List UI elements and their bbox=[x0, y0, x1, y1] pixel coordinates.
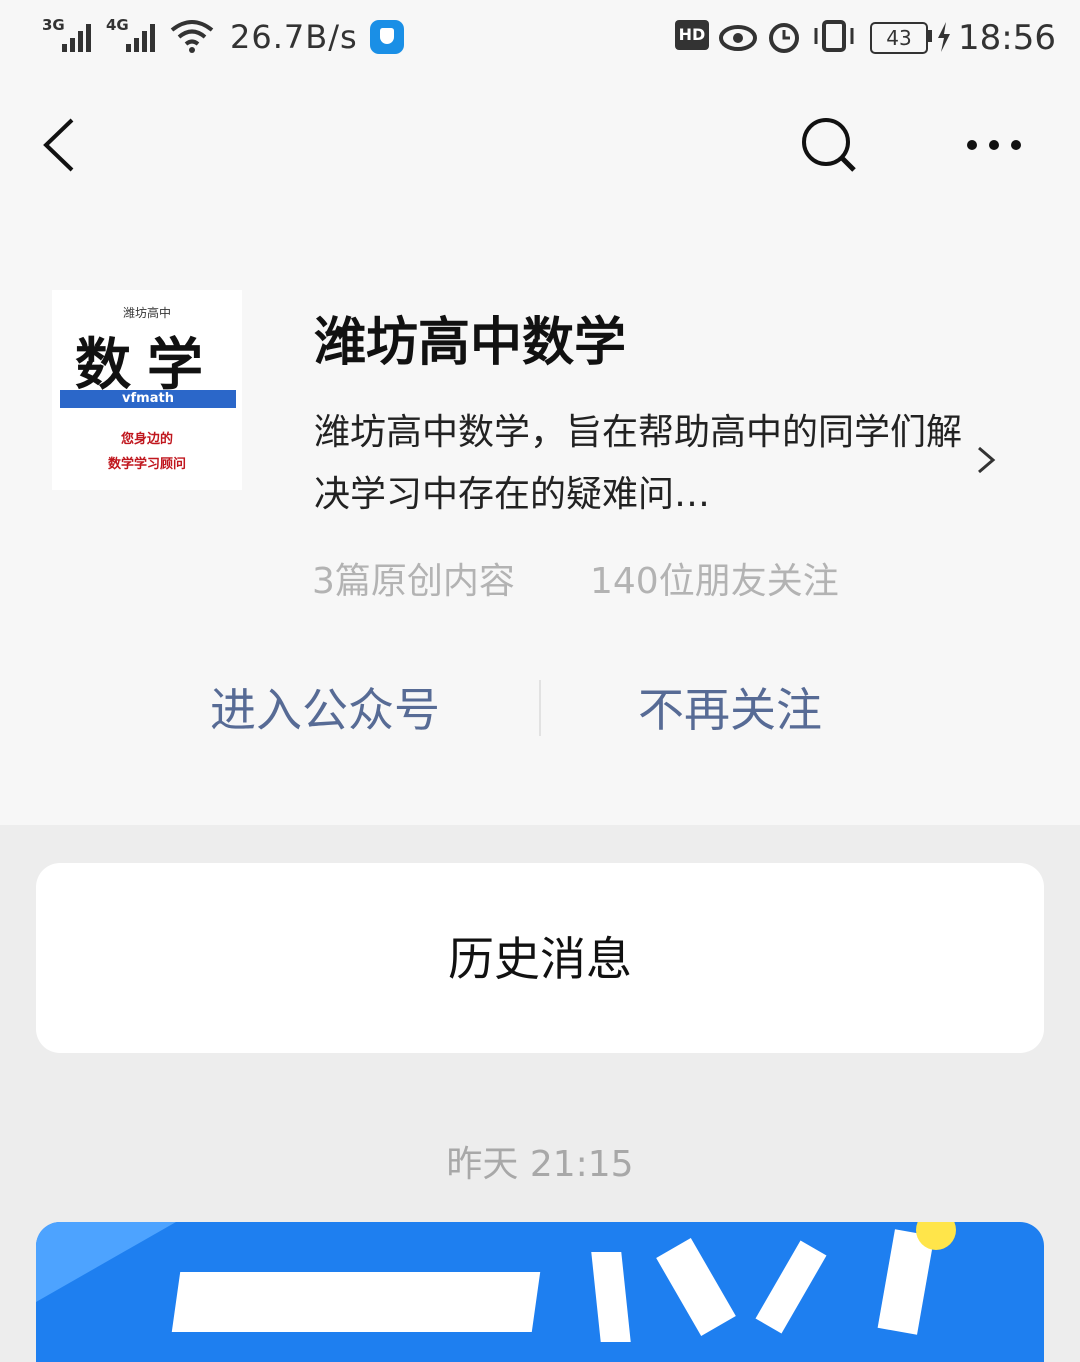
signal-icon bbox=[62, 24, 91, 52]
account-avatar[interactable]: 潍坊高中 数学 vfmath 您身边的 数学学习顾问 bbox=[52, 290, 242, 490]
cover-graphic bbox=[656, 1238, 736, 1336]
chevron-left-icon bbox=[43, 118, 74, 172]
back-button[interactable] bbox=[30, 110, 100, 180]
search-button[interactable] bbox=[790, 110, 870, 180]
followers-count: 140位朋友关注 bbox=[590, 561, 839, 602]
signal-icon bbox=[126, 24, 155, 52]
eye-icon bbox=[719, 25, 757, 51]
clock-time: 18:56 bbox=[958, 18, 1056, 58]
chevron-right-icon bbox=[978, 446, 996, 474]
battery-level: 43 bbox=[870, 22, 928, 54]
alarm-icon bbox=[769, 23, 799, 53]
cover-graphic bbox=[171, 1272, 541, 1332]
logo-main-text: 数学 bbox=[75, 332, 219, 398]
logo-bar-text: vfmath bbox=[60, 390, 236, 408]
cover-decoration bbox=[36, 1222, 176, 1302]
history-messages-label: 历史消息 bbox=[448, 932, 632, 986]
original-content-count: 3篇原创内容 bbox=[312, 561, 515, 602]
top-nav-bar bbox=[0, 90, 1080, 200]
unfollow-button[interactable]: 不再关注 bbox=[580, 670, 880, 750]
logo-slogan-line2: 数学学习顾问 bbox=[107, 457, 186, 472]
charging-icon bbox=[938, 22, 950, 52]
article-cover-card[interactable] bbox=[36, 1222, 1044, 1362]
more-dots-icon bbox=[967, 140, 1021, 150]
logo-top-text: 潍坊高中 bbox=[122, 306, 171, 320]
battery-tip bbox=[928, 30, 932, 42]
network-speed: 26.7B/s bbox=[230, 18, 358, 56]
cover-graphic bbox=[591, 1252, 631, 1342]
cover-graphic bbox=[755, 1240, 827, 1334]
security-shield-icon bbox=[370, 20, 404, 54]
enter-account-button[interactable]: 进入公众号 bbox=[150, 670, 500, 750]
search-icon bbox=[802, 118, 856, 172]
action-divider bbox=[539, 680, 541, 736]
status-bar: 3G 4G 26.7B/s HD 43 18:56 bbox=[0, 0, 1080, 78]
logo-slogan-line1: 您身边的 bbox=[120, 432, 173, 447]
account-description[interactable]: 潍坊高中数学，旨在帮助高中的同学们解决学习中存在的疑难问… bbox=[314, 402, 964, 526]
account-name: 潍坊高中数学 bbox=[314, 313, 627, 373]
wifi-icon bbox=[170, 20, 214, 53]
account-detail-chevron[interactable] bbox=[965, 440, 1005, 480]
history-messages-card[interactable]: 历史消息 bbox=[36, 863, 1044, 1053]
more-options-button[interactable] bbox=[950, 110, 1040, 180]
vibrate-icon bbox=[814, 20, 854, 52]
hd-badge: HD bbox=[675, 20, 709, 50]
message-timestamp: 昨天 21:15 bbox=[446, 1144, 634, 1185]
